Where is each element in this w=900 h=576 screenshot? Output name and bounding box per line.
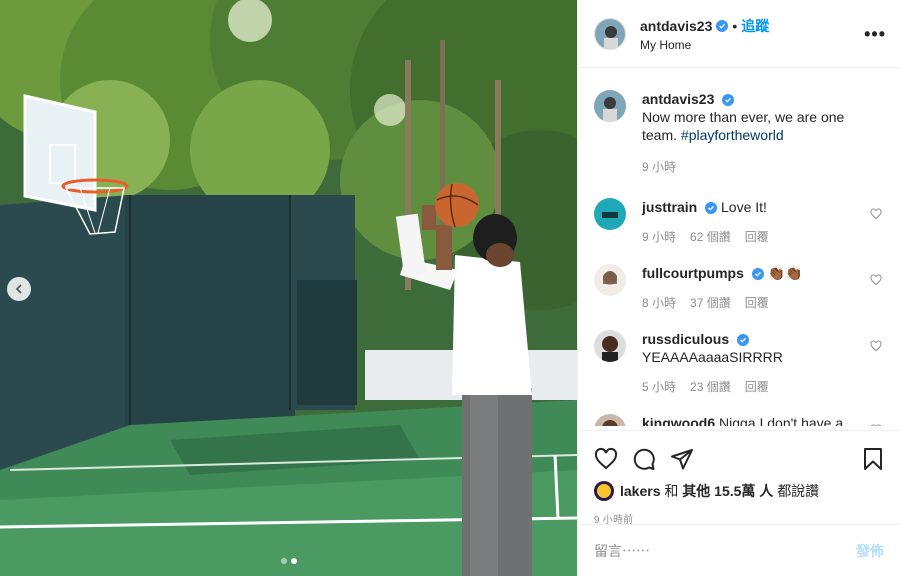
likes-username[interactable]: lakers [620, 483, 660, 499]
verified-icon [716, 19, 729, 32]
post-actions: lakers 和 其他 15.5萬 人 都說讚 9 小時前 [578, 430, 900, 526]
avatar[interactable] [594, 198, 626, 230]
comment-item: kingwood6 Nigga I don't have a [594, 414, 884, 426]
comment-likes[interactable]: 23 個讚 [690, 378, 731, 396]
share-button[interactable] [670, 447, 694, 471]
reply-button[interactable]: 回覆 [745, 228, 769, 246]
comment-username[interactable]: russdiculous [642, 331, 729, 347]
comments-list[interactable]: antdavis23 Now more than ever, we are on… [578, 68, 900, 426]
comment-username[interactable]: fullcourtpumps [642, 265, 744, 281]
heart-icon[interactable] [870, 208, 882, 220]
heart-icon[interactable] [870, 424, 882, 426]
like-button[interactable] [594, 447, 618, 471]
avatar[interactable] [594, 330, 626, 362]
carousel-prev-button[interactable] [7, 277, 31, 301]
basketball-court-photo [0, 0, 577, 576]
comment-button[interactable] [632, 447, 656, 471]
heart-icon [594, 447, 618, 470]
share-icon [671, 449, 693, 470]
add-comment-bar: 發佈 [578, 524, 900, 576]
avatar[interactable] [594, 264, 626, 296]
carousel-indicator [280, 558, 297, 564]
post-side-panel: antdavis23 • 追蹤 My Home ••• antdavis23 N… [577, 0, 900, 576]
comment-icon [633, 448, 655, 470]
comment-item: russdiculous YEAAAAaaaaSIRRRR 5 小時 23 個讚… [594, 330, 884, 396]
likes-summary: lakers 和 其他 15.5萬 人 都說讚 [594, 481, 884, 501]
reply-button[interactable]: 回覆 [745, 378, 769, 396]
comment-time[interactable]: 9 小時 [642, 228, 676, 246]
separator: • [732, 17, 738, 34]
post-photo[interactable] [0, 0, 577, 576]
post-header: antdavis23 • 追蹤 My Home ••• [578, 0, 900, 68]
verified-icon [737, 334, 750, 346]
chevron-left-icon [15, 284, 22, 294]
comment-item: fullcourtpumps 👏🏾👏🏾 8 小時 37 個讚 回覆 [594, 264, 884, 312]
heart-icon[interactable] [870, 274, 882, 286]
hashtag-link[interactable]: #playfortheworld [681, 127, 784, 143]
carousel-dot [280, 558, 287, 564]
verified-icon [751, 268, 764, 280]
likes-and: 和 [664, 483, 679, 499]
likes-others[interactable]: 其他 15.5萬 人 [682, 481, 773, 501]
carousel-dot-active [290, 558, 297, 564]
comment-text: Love It! [721, 199, 767, 215]
comment-time[interactable]: 8 小時 [642, 294, 676, 312]
caption-time[interactable]: 9 小時 [642, 158, 676, 176]
more-options-button[interactable]: ••• [864, 24, 886, 45]
likes-suffix: 都說讚 [777, 483, 820, 499]
bookmark-icon [864, 448, 882, 470]
reply-button[interactable]: 回覆 [745, 294, 769, 312]
post-comment-button[interactable]: 發佈 [856, 541, 884, 561]
comment-time[interactable]: 5 小時 [642, 378, 676, 396]
avatar[interactable] [594, 414, 626, 426]
comment-input[interactable] [594, 542, 856, 559]
verified-icon [705, 202, 718, 214]
comment-text: Nigga I don't have a [719, 415, 844, 426]
comment-likes[interactable]: 62 個讚 [690, 228, 731, 246]
location-link[interactable]: My Home [640, 38, 769, 52]
avatar[interactable] [594, 90, 626, 122]
avatar[interactable] [594, 17, 626, 50]
comment-text: 👏🏾👏🏾 [767, 265, 803, 281]
save-button[interactable] [862, 447, 884, 471]
heart-icon[interactable] [870, 340, 882, 352]
author-username[interactable]: antdavis23 [640, 18, 712, 34]
comment-text: YEAAAAaaaaSIRRRR [642, 349, 783, 365]
caption-username[interactable]: antdavis23 [642, 91, 714, 107]
comment-item: justtrain Love It! 9 小時 62 個讚 回覆 [594, 198, 884, 246]
avatar[interactable] [594, 481, 614, 501]
comment-username[interactable]: justtrain [642, 199, 697, 215]
caption: antdavis23 Now more than ever, we are on… [594, 90, 884, 176]
comment-likes[interactable]: 37 個讚 [690, 294, 731, 312]
verified-icon [722, 94, 735, 106]
comment-username[interactable]: kingwood6 [642, 415, 715, 426]
follow-button[interactable]: 追蹤 [741, 16, 769, 36]
